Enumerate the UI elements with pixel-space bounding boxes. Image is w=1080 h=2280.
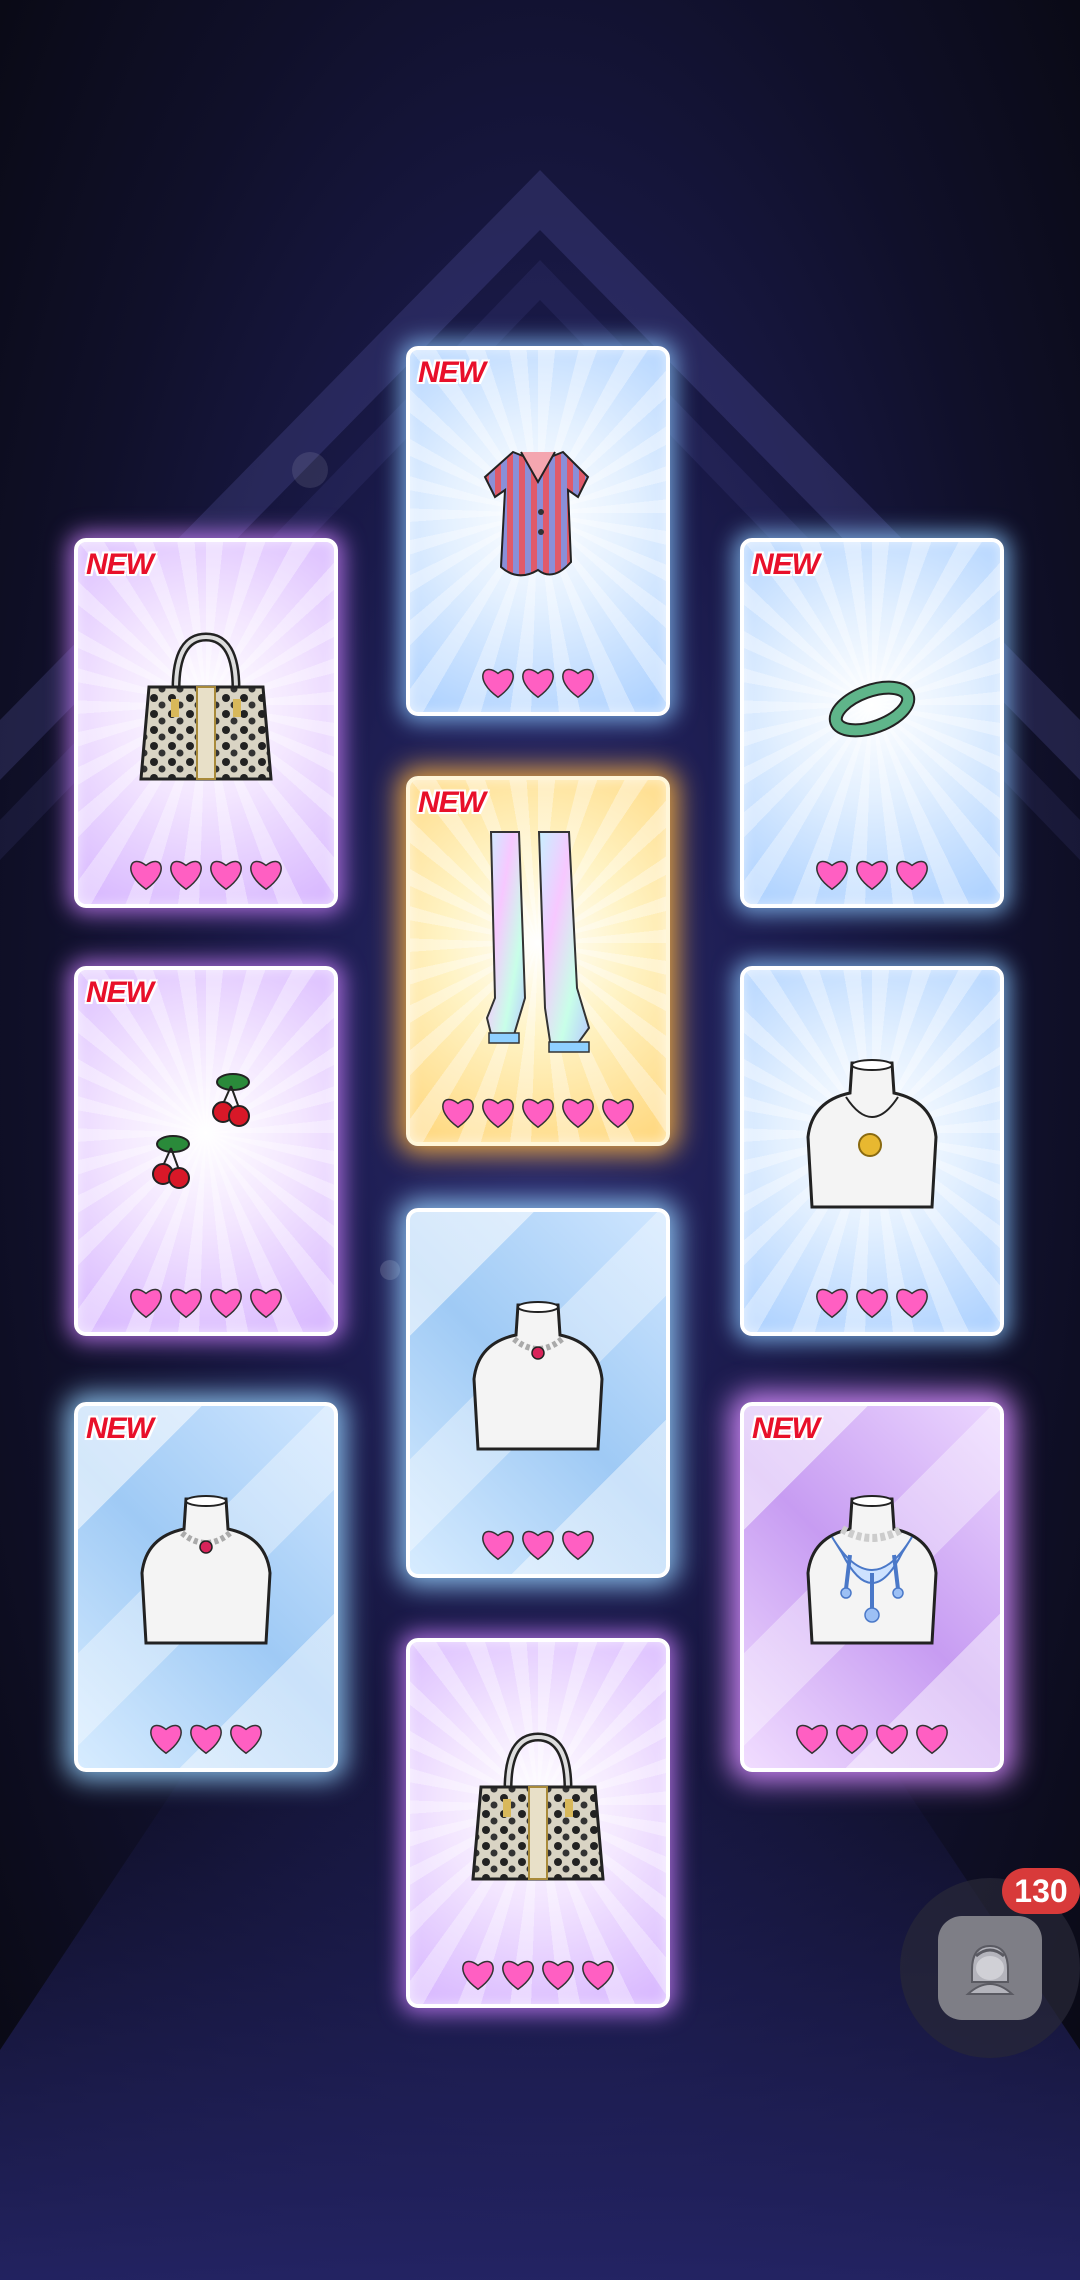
rarity-hearts: [410, 664, 666, 700]
heart-icon: [482, 1530, 514, 1561]
jade-bangle-icon: [828, 680, 916, 737]
pearl-choker-necklace-icon: [140, 1494, 272, 1645]
new-badge: NEW: [86, 548, 154, 581]
rarity-hearts: [410, 1094, 666, 1130]
heart-icon: [856, 860, 888, 891]
item-card-pearl-choker[interactable]: [406, 1208, 670, 1578]
rarity-hearts: [410, 1956, 666, 1992]
heart-icon: [130, 860, 162, 891]
heart-icon: [190, 1724, 222, 1755]
item-card-blue-statement-necklace[interactable]: NEW: [740, 1402, 1004, 1772]
heart-icon: [442, 1098, 474, 1129]
rarity-hearts: [744, 1284, 1000, 1320]
character-avatar-icon: [965, 1944, 1015, 1995]
heart-icon: [816, 1288, 848, 1319]
heart-icon: [796, 1724, 828, 1755]
rarity-hearts: [410, 1526, 666, 1562]
new-badge: NEW: [418, 356, 486, 389]
heart-icon: [562, 1098, 594, 1129]
heart-icon: [250, 860, 282, 891]
heart-icon: [502, 1960, 534, 1991]
heart-icon: [230, 1724, 262, 1755]
item-card-holographic-boots[interactable]: NEW: [406, 776, 670, 1146]
item-card-cherry-earrings[interactable]: NEW: [74, 966, 338, 1336]
heart-icon: [542, 1960, 574, 1991]
character-fab[interactable]: 130: [900, 1868, 1080, 2058]
heart-icon: [856, 1288, 888, 1319]
new-badge: NEW: [752, 1412, 820, 1445]
heart-icon: [916, 1724, 948, 1755]
heart-icon: [876, 1724, 908, 1755]
heart-icon: [170, 860, 202, 891]
gold-pendant-necklace-icon: [806, 1058, 938, 1209]
item-card-leopard-handbag-bottom[interactable]: [406, 1638, 670, 2008]
item-card-leopard-handbag[interactable]: NEW: [74, 538, 338, 908]
rarity-hearts: [744, 1720, 1000, 1756]
pearl-choker-necklace-icon: [472, 1300, 604, 1451]
statement-necklace-icon: [806, 1494, 938, 1645]
item-card-gold-pendant-necklace[interactable]: [740, 966, 1004, 1336]
item-card-pearl-choker-left[interactable]: NEW: [74, 1402, 338, 1772]
striped-shirt-icon: [483, 450, 590, 576]
heart-icon: [522, 668, 554, 699]
heart-icon: [896, 860, 928, 891]
new-badge: NEW: [86, 976, 154, 1009]
heart-icon: [250, 1288, 282, 1319]
item-card-jade-bangle[interactable]: NEW: [740, 538, 1004, 908]
rarity-hearts: [744, 856, 1000, 892]
heart-icon: [130, 1288, 162, 1319]
heart-icon: [150, 1724, 182, 1755]
heart-icon: [210, 1288, 242, 1319]
rarity-hearts: [78, 1720, 334, 1756]
heart-icon: [522, 1098, 554, 1129]
heart-icon: [582, 1960, 614, 1991]
heart-icon: [816, 860, 848, 891]
new-badge: NEW: [418, 786, 486, 819]
rarity-hearts: [78, 1284, 334, 1320]
holographic-boots-icon: [485, 830, 591, 1053]
rarity-hearts: [78, 856, 334, 892]
new-badge: NEW: [752, 548, 820, 581]
leopard-handbag-icon: [471, 1732, 605, 1881]
leopard-handbag-icon: [139, 632, 273, 781]
heart-icon: [462, 1960, 494, 1991]
cherry-earrings-icon: [152, 1072, 250, 1189]
notification-badge: 130: [1002, 1868, 1080, 1914]
heart-icon: [562, 668, 594, 699]
heart-icon: [562, 1530, 594, 1561]
item-card-striped-shirt[interactable]: NEW: [406, 346, 670, 716]
fab-button[interactable]: [938, 1916, 1042, 2020]
heart-icon: [602, 1098, 634, 1129]
heart-icon: [482, 668, 514, 699]
heart-icon: [170, 1288, 202, 1319]
heart-icon: [896, 1288, 928, 1319]
heart-icon: [210, 860, 242, 891]
new-badge: NEW: [86, 1412, 154, 1445]
heart-icon: [482, 1098, 514, 1129]
heart-icon: [522, 1530, 554, 1561]
heart-icon: [836, 1724, 868, 1755]
